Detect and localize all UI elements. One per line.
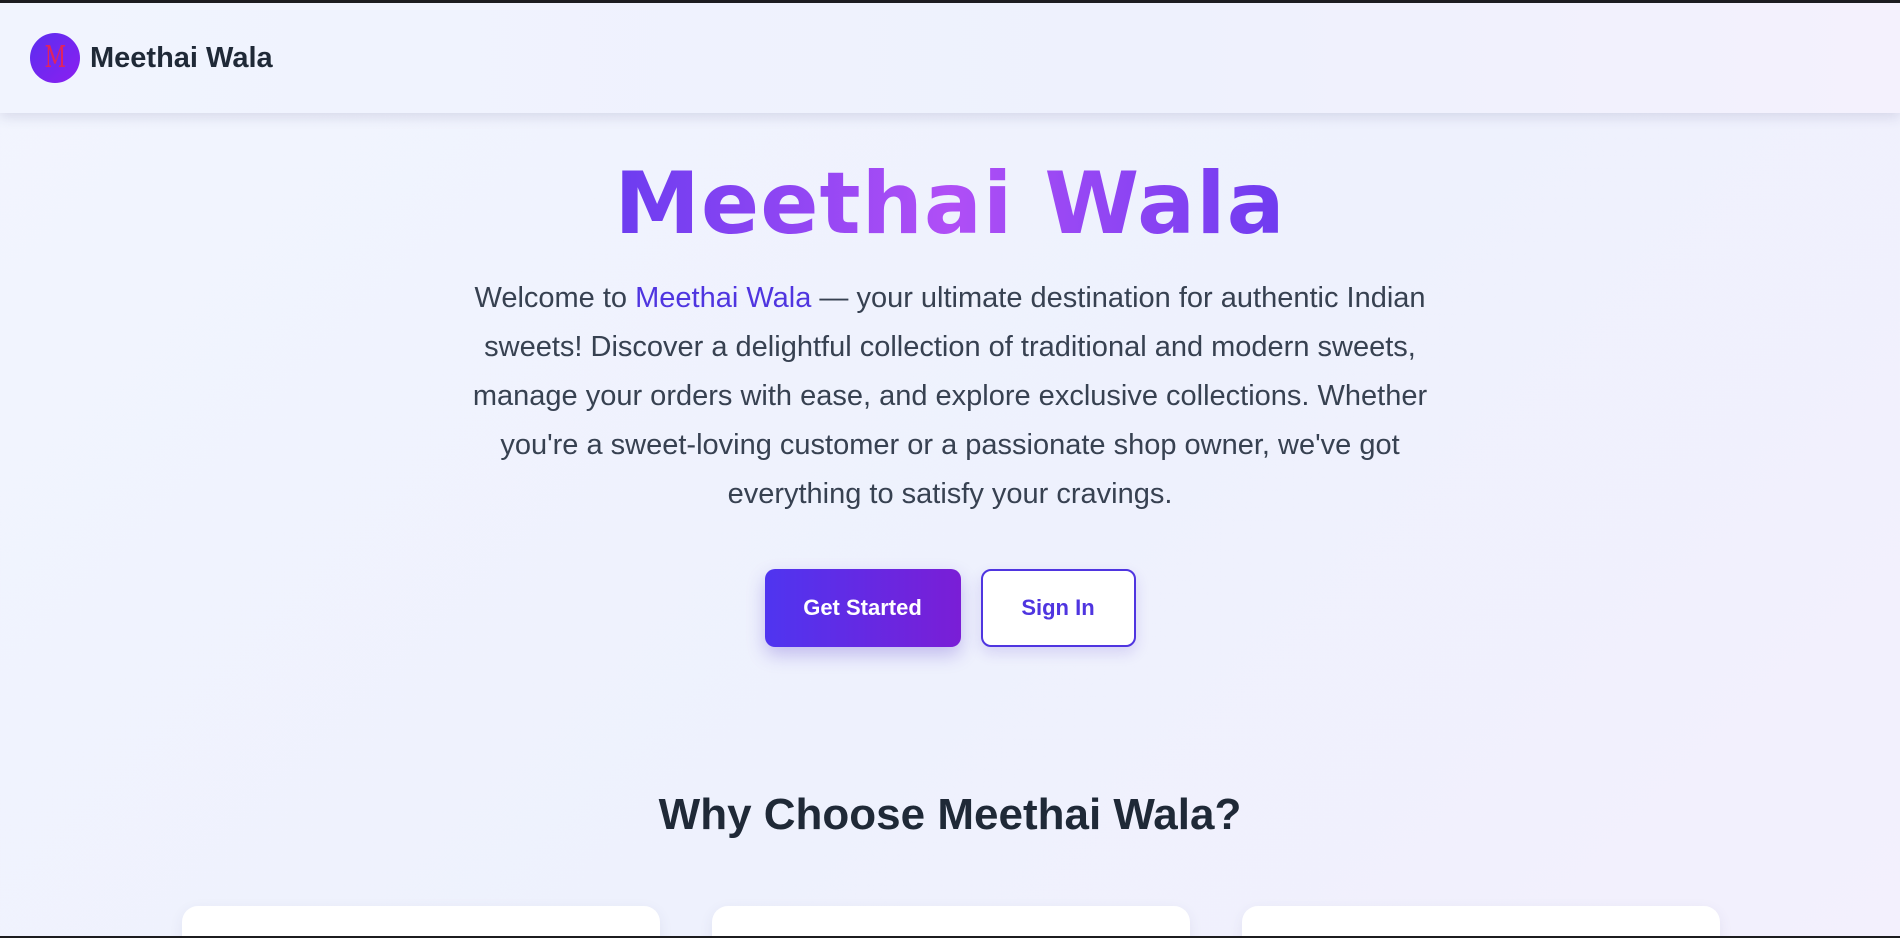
feature-card	[182, 906, 660, 938]
logo-letter: M	[44, 40, 66, 75]
feature-card	[712, 906, 1190, 938]
features-section: Why Choose Meethai Wala?	[0, 790, 1900, 840]
sign-in-button[interactable]: Sign In	[980, 569, 1136, 648]
cta-buttons: Get Started Sign In	[0, 569, 1900, 648]
get-started-button[interactable]: Get Started	[764, 569, 961, 648]
hero-intro-brand: Meethai Wala	[635, 282, 812, 315]
hero-intro-rest: — your ultimate destination for authenti…	[472, 282, 1428, 511]
navbar: M Meethai Wala	[0, 3, 1900, 113]
feature-card	[1242, 906, 1720, 938]
hero-title: Meethai Wala	[614, 153, 1285, 256]
hero-description: Welcome to Meethai Wala — your ultimate …	[460, 274, 1440, 519]
hero-section: Meethai Wala Welcome to Meethai Wala — y…	[0, 113, 1900, 648]
hero-intro-prefix: Welcome to	[474, 282, 636, 315]
logo-icon: M	[30, 33, 80, 83]
brand-home-link[interactable]: M Meethai Wala	[30, 33, 273, 83]
brand-name: Meethai Wala	[90, 41, 273, 74]
features-title: Why Choose Meethai Wala?	[658, 790, 1242, 839]
